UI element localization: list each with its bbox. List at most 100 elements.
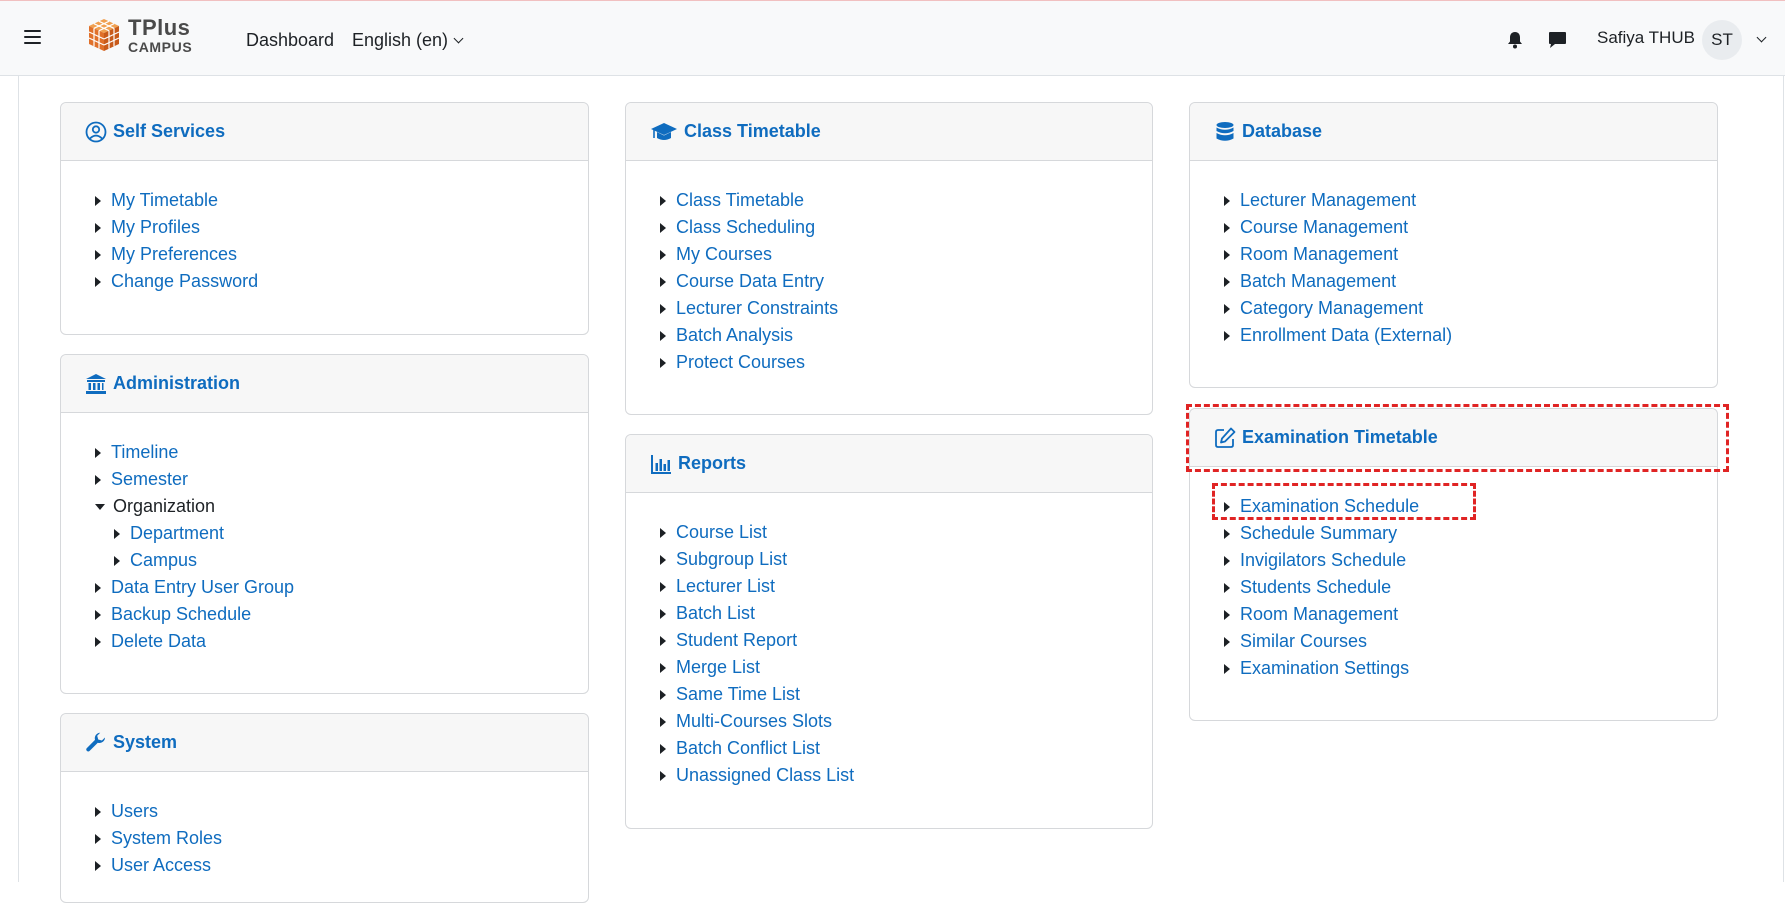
list-item[interactable]: Lecturer Constraints xyxy=(660,295,1152,322)
list-item[interactable]: Course List xyxy=(660,519,1152,546)
language-menu[interactable]: English (en) xyxy=(352,30,464,51)
card-title: Database xyxy=(1242,121,1323,141)
list-item[interactable]: Batch Analysis xyxy=(660,322,1152,349)
dashboard-link[interactable]: Dashboard xyxy=(246,30,334,51)
item-label: Users xyxy=(111,801,159,821)
database-icon xyxy=(1214,121,1236,143)
list-item[interactable]: Course Management xyxy=(1224,214,1717,241)
item-label: Class Timetable xyxy=(676,190,805,210)
item-label: Data Entry User Group xyxy=(111,577,295,597)
item-label: Semester xyxy=(111,469,189,489)
list-item[interactable]: Batch List xyxy=(660,600,1152,627)
item-label: Campus xyxy=(130,550,198,570)
list-item[interactable]: My Profiles xyxy=(95,214,588,241)
list-item[interactable]: Course Data Entry xyxy=(660,268,1152,295)
card-header: Database xyxy=(1190,103,1717,161)
system-card: System Users System Roles User Access xyxy=(60,713,589,903)
item-label: Category Management xyxy=(1240,298,1424,318)
list-item[interactable]: Schedule Summary xyxy=(1224,520,1717,547)
logo[interactable]: TPlus CAMPUS xyxy=(86,15,206,55)
caret-right-icon xyxy=(95,833,101,844)
highlight-box-exam-schedule xyxy=(1212,483,1476,520)
avatar[interactable]: ST xyxy=(1702,20,1742,60)
list-item-expanded[interactable]: Organization xyxy=(95,493,588,520)
item-label: System Roles xyxy=(111,828,223,848)
item-label: Course Management xyxy=(1240,217,1409,237)
logo-title: TPlus xyxy=(128,14,191,40)
list-item[interactable]: Class Timetable xyxy=(660,187,1152,214)
item-label: Enrollment Data (External) xyxy=(1240,325,1453,345)
list-item[interactable]: Data Entry User Group xyxy=(95,574,588,601)
list-item[interactable]: Similar Courses xyxy=(1224,628,1717,655)
caret-right-icon xyxy=(1224,195,1230,206)
list-item[interactable]: Campus xyxy=(95,547,588,574)
list-item[interactable]: Invigilators Schedule xyxy=(1224,547,1717,574)
list-item[interactable]: Same Time List xyxy=(660,681,1152,708)
item-label: Class Scheduling xyxy=(676,217,816,237)
item-label: Room Management xyxy=(1240,604,1399,624)
item-label: Organization xyxy=(113,496,216,516)
list-item[interactable]: Room Management xyxy=(1224,601,1717,628)
item-label: Examination Settings xyxy=(1240,658,1410,678)
page-border-left xyxy=(18,76,19,882)
caret-right-icon xyxy=(95,806,101,817)
list-item[interactable]: Batch Management xyxy=(1224,268,1717,295)
list-item[interactable]: My Timetable xyxy=(95,187,588,214)
list-item[interactable]: Class Scheduling xyxy=(660,214,1152,241)
caret-right-icon xyxy=(1224,222,1230,233)
item-label: Lecturer Management xyxy=(1240,190,1417,210)
top-navbar: TPlus CAMPUS Dashboard English (en) Safi… xyxy=(0,0,1785,76)
list-item[interactable]: Enrollment Data (External) xyxy=(1224,322,1717,349)
caret-right-icon xyxy=(95,582,101,593)
list-item[interactable]: Semester xyxy=(95,466,588,493)
item-label: Student Report xyxy=(676,630,798,650)
list-item[interactable]: User Access xyxy=(95,852,588,879)
list-item[interactable]: Department xyxy=(95,520,588,547)
list-item[interactable]: Merge List xyxy=(660,654,1152,681)
item-label: Invigilators Schedule xyxy=(1240,550,1407,570)
menu-icon[interactable] xyxy=(24,30,41,44)
caret-right-icon xyxy=(660,195,666,206)
list-item[interactable]: Lecturer Management xyxy=(1224,187,1717,214)
list-item[interactable]: System Roles xyxy=(95,825,588,852)
list-item[interactable]: Backup Schedule xyxy=(95,601,588,628)
item-label: Students Schedule xyxy=(1240,577,1392,597)
bell-icon[interactable] xyxy=(1507,31,1523,49)
card-header: Reports xyxy=(626,435,1152,493)
list-item[interactable]: My Courses xyxy=(660,241,1152,268)
list-item[interactable]: Multi-Courses Slots xyxy=(660,708,1152,735)
list-item[interactable]: Protect Courses xyxy=(660,349,1152,376)
caret-right-icon xyxy=(114,528,120,539)
self-services-card: Self Services My Timetable My Profiles M… xyxy=(60,102,589,335)
item-label: Schedule Summary xyxy=(1240,523,1398,543)
list-item[interactable]: Students Schedule xyxy=(1224,574,1717,601)
list-item[interactable]: Examination Settings xyxy=(1224,655,1717,682)
card-title: Self Services xyxy=(113,121,226,141)
item-label: Room Management xyxy=(1240,244,1399,264)
list-item[interactable]: Room Management xyxy=(1224,241,1717,268)
list-item[interactable]: Lecturer List xyxy=(660,573,1152,600)
user-menu-chevron-icon[interactable] xyxy=(1756,32,1767,43)
list-item[interactable]: Batch Conflict List xyxy=(660,735,1152,762)
list-item[interactable]: Subgroup List xyxy=(660,546,1152,573)
list-item[interactable]: Users xyxy=(95,798,588,825)
list-item[interactable]: Delete Data xyxy=(95,628,588,655)
item-label: Multi-Courses Slots xyxy=(676,711,833,731)
class-timetable-card: Class Timetable Class Timetable Class Sc… xyxy=(625,102,1153,415)
caret-right-icon xyxy=(660,222,666,233)
list-item[interactable]: Timeline xyxy=(95,439,588,466)
list-item[interactable]: Category Management xyxy=(1224,295,1717,322)
caret-right-icon xyxy=(660,303,666,314)
item-label: Batch Conflict List xyxy=(676,738,821,758)
page-border-right xyxy=(1783,76,1784,882)
caret-down-icon xyxy=(95,503,105,510)
chat-icon[interactable] xyxy=(1548,31,1567,49)
list-item[interactable]: My Preferences xyxy=(95,241,588,268)
list-item[interactable]: Unassigned Class List xyxy=(660,762,1152,789)
caret-right-icon xyxy=(1224,528,1230,539)
list-item[interactable]: Student Report xyxy=(660,627,1152,654)
caret-right-icon xyxy=(1224,663,1230,674)
list-item[interactable]: Change Password xyxy=(95,268,588,295)
graduation-cap-icon xyxy=(650,121,678,143)
item-label: Timeline xyxy=(111,442,179,462)
